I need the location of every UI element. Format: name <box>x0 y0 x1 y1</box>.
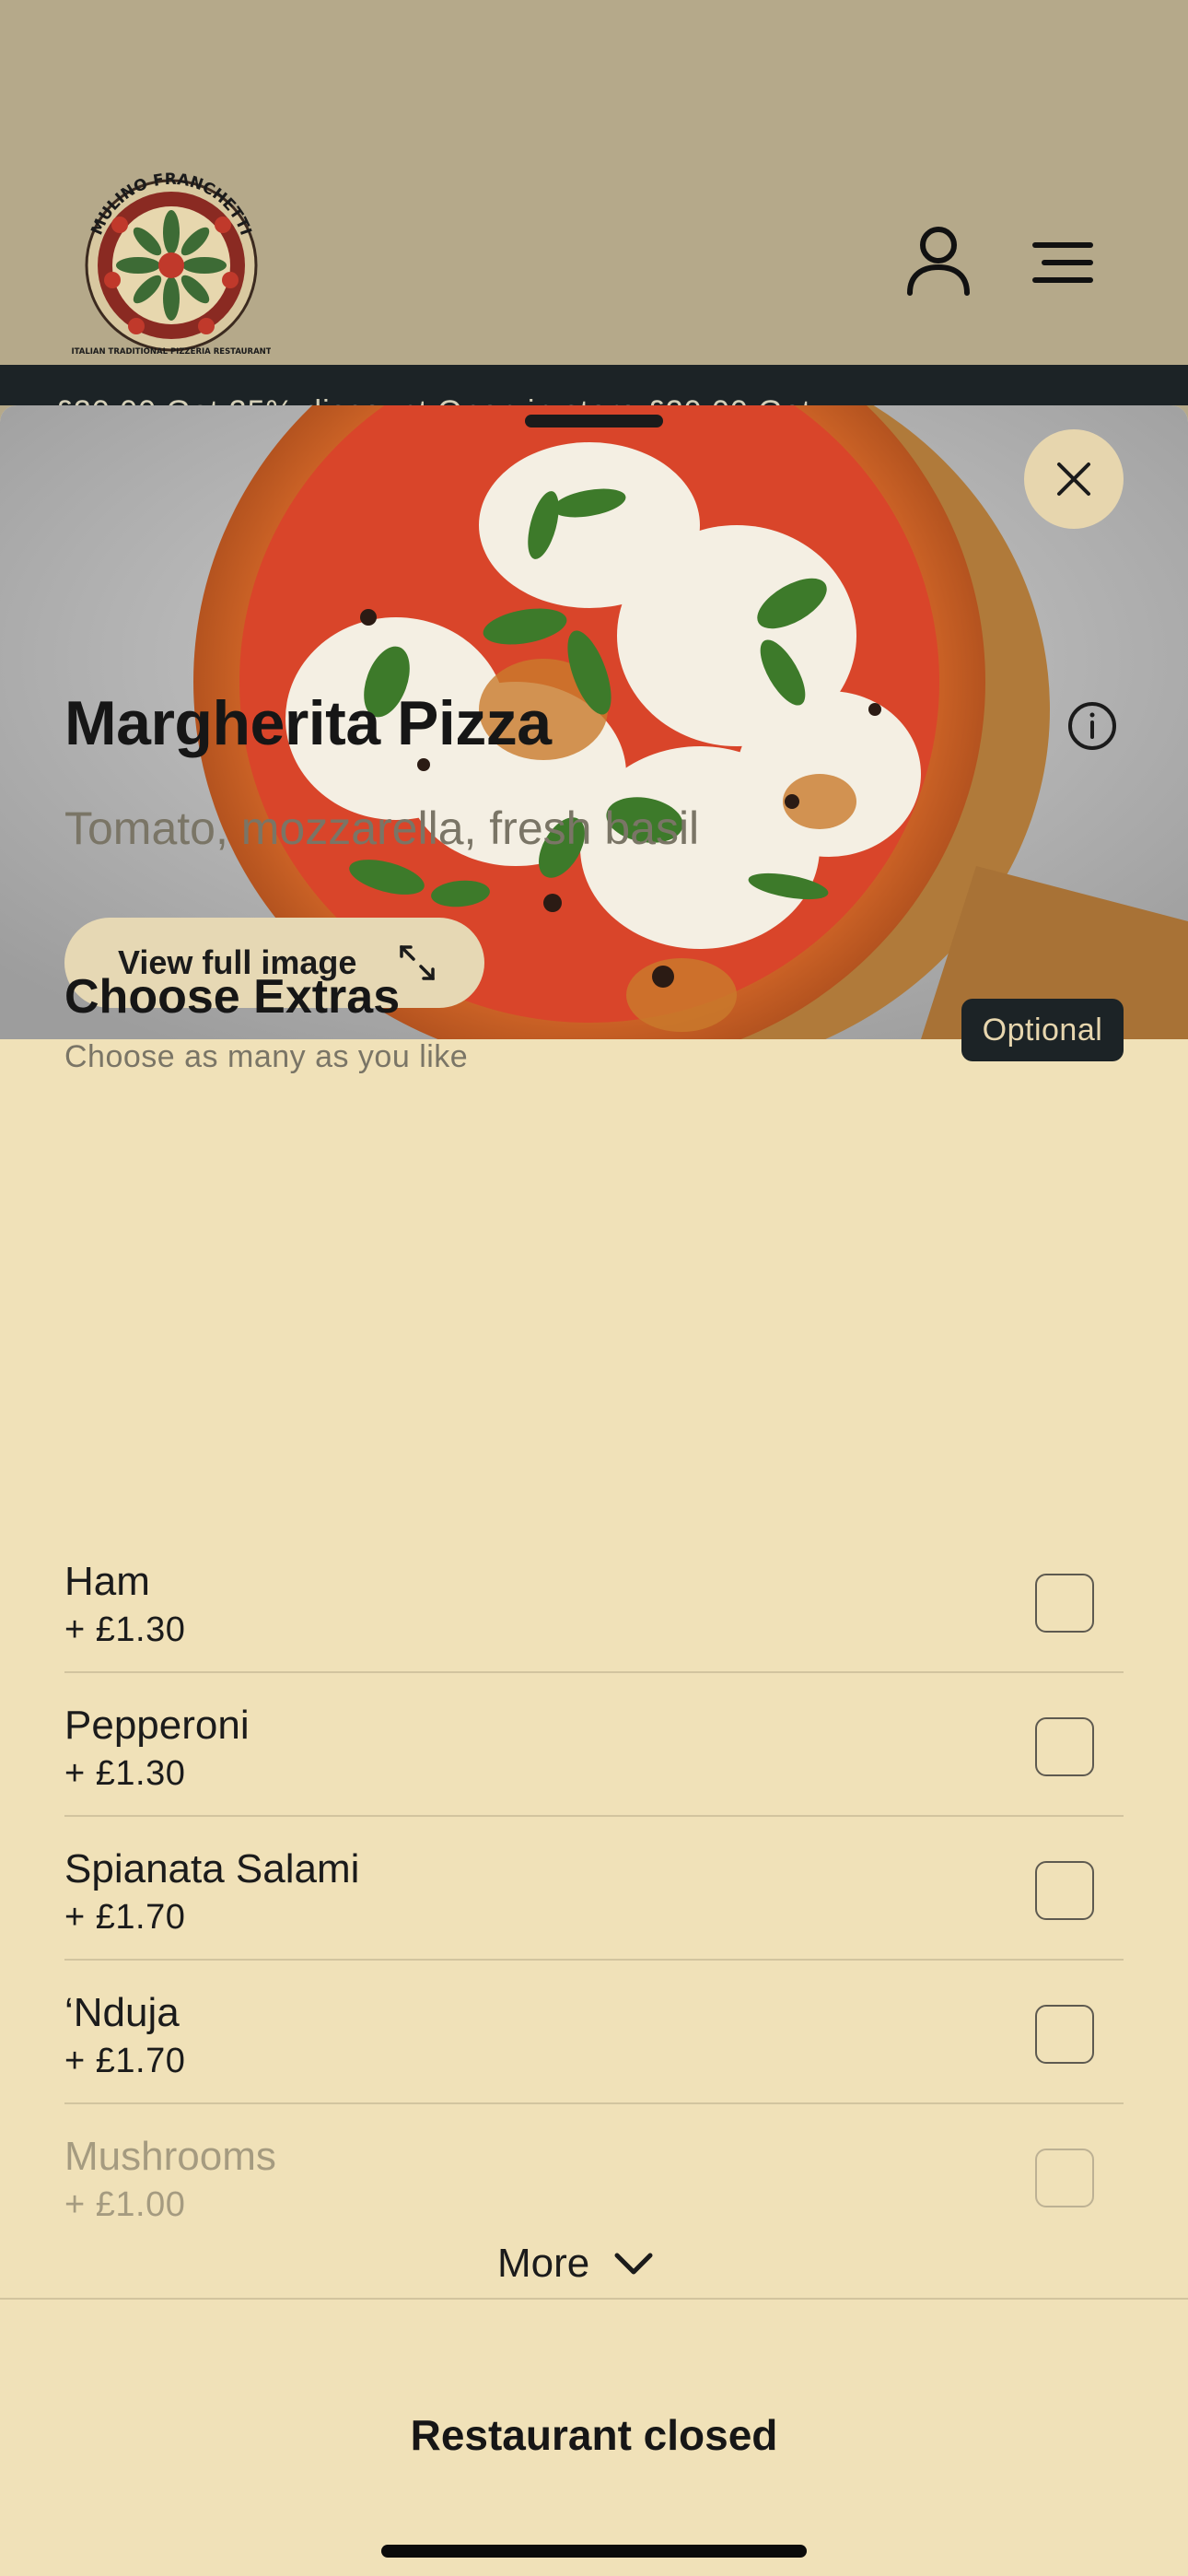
product-title: Margherita Pizza <box>64 688 552 758</box>
restaurant-logo[interactable]: MULINO FRANCHETTI ITALIAN TRADITIONAL PI… <box>71 158 271 361</box>
extra-price: + £1.30 <box>64 1610 186 1649</box>
expand-icon <box>400 945 435 980</box>
more-label: More <box>497 2241 590 2286</box>
extra-price: + £1.30 <box>64 1754 186 1793</box>
promo-ticker: £20.00 Get 25% discount Open in store £2… <box>0 365 1188 405</box>
extras-subtitle: Choose as many as you like <box>64 1039 469 1074</box>
product-description: Tomato, mozzarella, fresh basil <box>64 802 700 854</box>
extras-title: Choose Extras <box>64 970 401 1024</box>
close-button[interactable] <box>1024 429 1124 529</box>
divider <box>64 1815 1124 1817</box>
close-icon <box>1057 463 1090 496</box>
extra-name: Pepperoni <box>64 1703 250 1748</box>
promo-ticker-text: £20.00 Get 25% discount Open in store £2… <box>55 394 811 405</box>
extra-checkbox[interactable] <box>1035 1861 1094 1920</box>
bottom-action-bar: Restaurant closed <box>0 2298 1188 2576</box>
divider <box>64 1959 1124 1961</box>
chevron-down-icon <box>614 2253 653 2275</box>
restaurant-closed-label: Restaurant closed <box>410 2411 778 2459</box>
logo-tagline: ITALIAN TRADITIONAL PIZZERIA RESTAURANT <box>72 347 271 357</box>
extra-checkbox[interactable] <box>1035 1717 1094 1776</box>
extra-option-spianata-salami[interactable]: Spianata Salami + £1.70 <box>64 1821 1124 1964</box>
extra-option-pepperoni[interactable]: Pepperoni + £1.30 <box>64 1677 1124 1821</box>
extra-name: ‘Nduja <box>64 1990 180 2035</box>
extra-option-mushrooms[interactable]: Mushrooms + £1.00 <box>64 2108 1124 2252</box>
extra-name: Spianata Salami <box>64 1846 360 1891</box>
extra-price: + £1.70 <box>64 2042 186 2080</box>
divider <box>64 2102 1124 2104</box>
optional-badge: Optional <box>961 999 1124 1061</box>
extra-checkbox[interactable] <box>1035 1574 1094 1633</box>
divider <box>64 1671 1124 1673</box>
info-icon[interactable] <box>1066 700 1118 752</box>
extra-option-nduja[interactable]: ‘Nduja + £1.70 <box>64 1964 1124 2108</box>
extra-checkbox[interactable] <box>1035 2005 1094 2064</box>
more-extras-button[interactable]: More <box>497 2231 654 2296</box>
home-indicator[interactable] <box>381 2545 807 2558</box>
extra-option-ham[interactable]: Ham + £1.30 <box>64 1533 1124 1677</box>
extra-price: + £1.70 <box>64 1898 186 1937</box>
person-icon[interactable] <box>903 225 974 297</box>
extra-name: Ham <box>64 1559 150 1604</box>
sheet-grabber[interactable] <box>525 415 663 427</box>
extra-checkbox[interactable] <box>1035 2149 1094 2207</box>
extra-price: + £1.00 <box>64 2185 186 2224</box>
hamburger-menu-icon[interactable] <box>1030 238 1096 287</box>
extra-name: Mushrooms <box>64 2134 276 2179</box>
app-header: MULINO FRANCHETTI ITALIAN TRADITIONAL PI… <box>0 0 1188 365</box>
